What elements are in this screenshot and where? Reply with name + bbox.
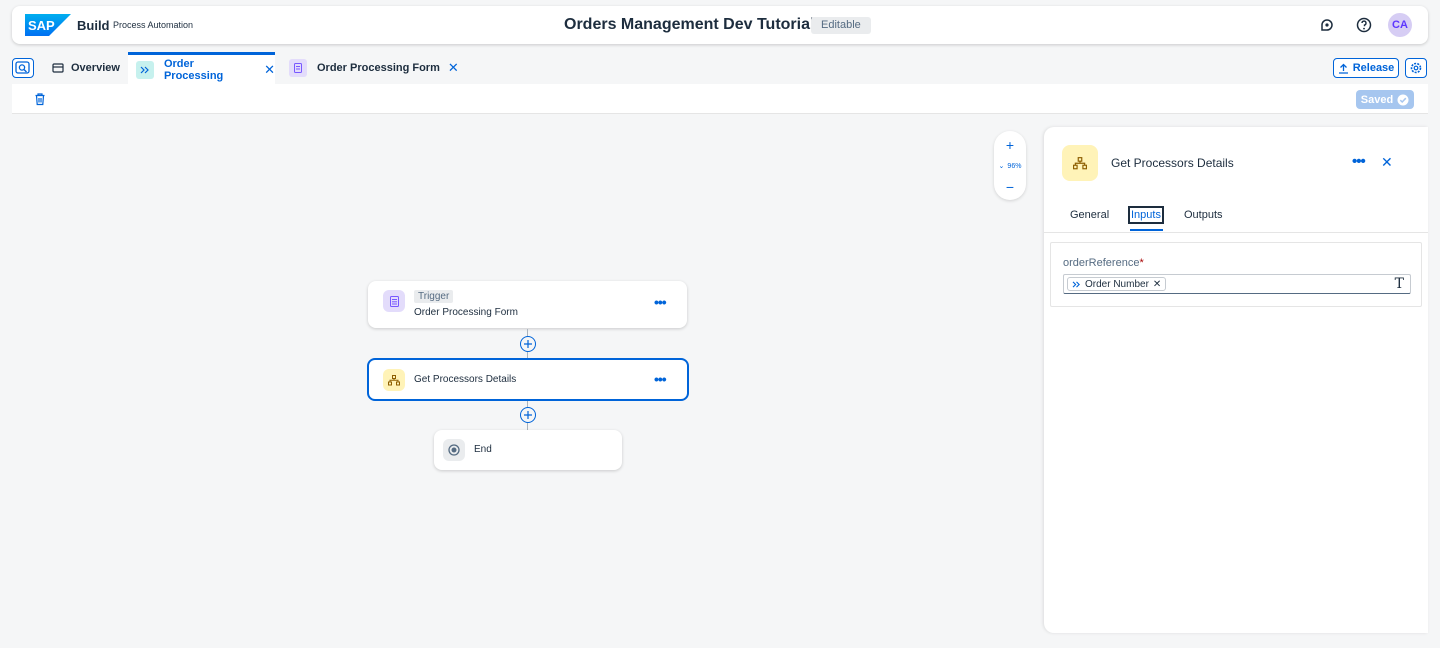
svg-text:SAP: SAP <box>28 18 55 33</box>
trigger-tag: Trigger <box>414 290 454 303</box>
action-icon <box>1062 145 1098 181</box>
zoom-level: 96% <box>1007 163 1022 170</box>
status-badge: Editable <box>811 17 871 34</box>
remove-token-icon[interactable]: ✕ <box>1153 279 1161 290</box>
editor-toolbar <box>12 84 1428 114</box>
field-label: orderReference* <box>1063 257 1144 269</box>
gear-icon <box>1410 62 1422 74</box>
shell-bar: SAP Build Process Automation Orders Mana… <box>12 6 1428 44</box>
close-icon[interactable]: ✕ <box>264 62 275 78</box>
checkmark-icon <box>1397 94 1409 105</box>
settings-button[interactable] <box>1405 58 1427 78</box>
search-flows-button[interactable] <box>12 58 34 78</box>
order-reference-input[interactable]: Order Number ✕ T <box>1063 274 1411 294</box>
plus-icon <box>524 411 532 419</box>
add-step-button[interactable] <box>520 407 536 423</box>
add-step-button[interactable] <box>520 336 536 352</box>
project-title: Orders Management Dev Tutorial <box>564 16 815 33</box>
properties-panel: Get Processors Details ••• ✕ General Inp… <box>1044 127 1428 633</box>
upload-icon <box>1338 63 1348 74</box>
sap-logo[interactable]: SAP <box>25 14 71 36</box>
tab-order-processing[interactable]: Order Processing ✕ <box>128 52 275 84</box>
required-indicator: * <box>1139 257 1144 269</box>
close-icon[interactable]: ✕ <box>1381 154 1393 171</box>
trigger-node[interactable]: Trigger Order Processing Form ••• <box>368 281 687 328</box>
release-button[interactable]: Release <box>1333 58 1399 78</box>
panel-title: Get Processors Details <box>1111 156 1234 170</box>
overview-icon <box>52 63 64 73</box>
chevron-down-icon: ⌄ <box>998 163 1005 170</box>
search-icon <box>15 61 30 74</box>
brand-name: Build <box>77 18 110 33</box>
plus-icon <box>524 340 532 348</box>
input-mapping-section: orderReference* Order Number ✕ T <box>1050 242 1422 307</box>
saved-status-button: Saved <box>1356 90 1414 109</box>
form-icon <box>289 59 307 77</box>
action-icon <box>383 369 405 391</box>
tab-label: Order Processing <box>163 57 224 82</box>
tab-overview[interactable]: Overview <box>44 52 128 84</box>
token-label: Order Number <box>1085 278 1149 290</box>
zoom-control: + ⌄ 96% − <box>994 131 1026 200</box>
more-icon[interactable]: ••• <box>1352 153 1366 170</box>
close-icon[interactable]: ✕ <box>448 60 459 76</box>
trigger-label: Order Processing Form <box>414 307 518 318</box>
zoom-out-button[interactable]: − <box>994 179 1026 195</box>
process-variable-icon <box>1072 280 1080 288</box>
tab-label: Order Processing Form <box>317 62 440 74</box>
end-label: End <box>474 444 492 455</box>
variable-token[interactable]: Order Number ✕ <box>1067 277 1167 291</box>
text-type-icon[interactable]: T <box>1395 276 1404 292</box>
help-icon[interactable] <box>1355 16 1373 34</box>
form-icon <box>383 290 405 312</box>
active-tab-indicator <box>1130 229 1163 231</box>
saved-label: Saved <box>1360 93 1394 106</box>
field-name: orderReference <box>1063 257 1140 269</box>
end-icon <box>443 439 465 461</box>
tab-outputs[interactable]: Outputs <box>1184 209 1223 221</box>
zoom-in-button[interactable]: + <box>994 137 1026 153</box>
tab-order-processing-form[interactable]: Order Processing Form ✕ <box>281 52 459 84</box>
divider <box>1044 232 1428 233</box>
action-label: Get Processors Details <box>414 374 517 385</box>
tab-inputs[interactable]: Inputs <box>1128 206 1164 224</box>
process-icon <box>136 60 154 79</box>
release-label: Release <box>1352 62 1395 74</box>
end-node[interactable]: End <box>434 430 622 470</box>
product-name: Process Automation <box>113 20 194 30</box>
more-icon[interactable]: ••• <box>654 294 667 310</box>
zoom-level-dropdown[interactable]: ⌄ 96% <box>994 162 1026 170</box>
action-node-get-processors[interactable]: Get Processors Details ••• <box>367 358 689 401</box>
tab-general[interactable]: General <box>1070 209 1109 221</box>
more-icon[interactable]: ••• <box>654 371 667 387</box>
tab-label: Overview <box>71 62 120 74</box>
delete-icon[interactable] <box>33 92 47 106</box>
avatar[interactable]: CA <box>1388 13 1412 37</box>
joule-assistant-icon[interactable] <box>1318 16 1336 34</box>
